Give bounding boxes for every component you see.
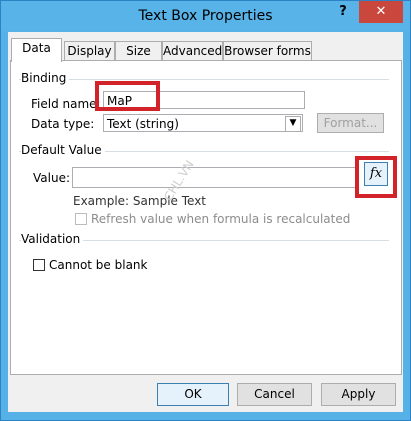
apply-button[interactable]: Apply [321, 383, 396, 406]
refresh-label: Refresh value when formula is recalculat… [91, 212, 351, 226]
binding-divider [19, 79, 389, 80]
data-type-select[interactable]: Text (string) ▼ [103, 114, 303, 132]
dialog-client: Data Display Size Advanced Browser forms… [8, 32, 403, 412]
cannot-be-blank-label: Cannot be blank [49, 258, 148, 272]
value-example-text: Example: Sample Text [73, 194, 206, 208]
data-type-label: Data type: [31, 117, 95, 131]
title-bar: Text Box Properties ? ✕ [1, 1, 410, 31]
binding-group-label: Binding [21, 71, 70, 85]
chevron-down-icon[interactable]: ▼ [285, 116, 301, 132]
data-tab-panel: Binding Field name: MaP Data type: Text … [10, 60, 402, 375]
dialog-window: Text Box Properties ? ✕ Data Display Siz… [0, 0, 411, 421]
format-button[interactable]: Format... [317, 113, 384, 133]
field-name-label: Field name: [31, 97, 101, 111]
help-button[interactable]: ? [329, 1, 357, 23]
validation-group-label: Validation [21, 232, 84, 246]
tab-advanced[interactable]: Advanced [162, 41, 223, 61]
refresh-checkbox[interactable] [75, 213, 87, 225]
value-input[interactable] [72, 167, 357, 188]
value-label: Value: [33, 171, 70, 185]
ok-button[interactable]: OK [157, 383, 229, 406]
cannot-be-blank-checkbox[interactable] [33, 259, 45, 271]
tab-size[interactable]: Size [115, 41, 162, 61]
tab-display[interactable]: Display [64, 41, 115, 61]
tab-browser-forms[interactable]: Browser forms [223, 41, 312, 61]
field-name-highlight [95, 81, 160, 111]
close-button[interactable]: ✕ [359, 1, 403, 23]
cancel-button[interactable]: Cancel [237, 383, 312, 406]
fx-button-highlight [355, 156, 397, 198]
default-value-group-label: Default Value [21, 143, 105, 157]
data-type-value: Text (string) [107, 117, 179, 131]
tab-data[interactable]: Data [11, 38, 62, 62]
